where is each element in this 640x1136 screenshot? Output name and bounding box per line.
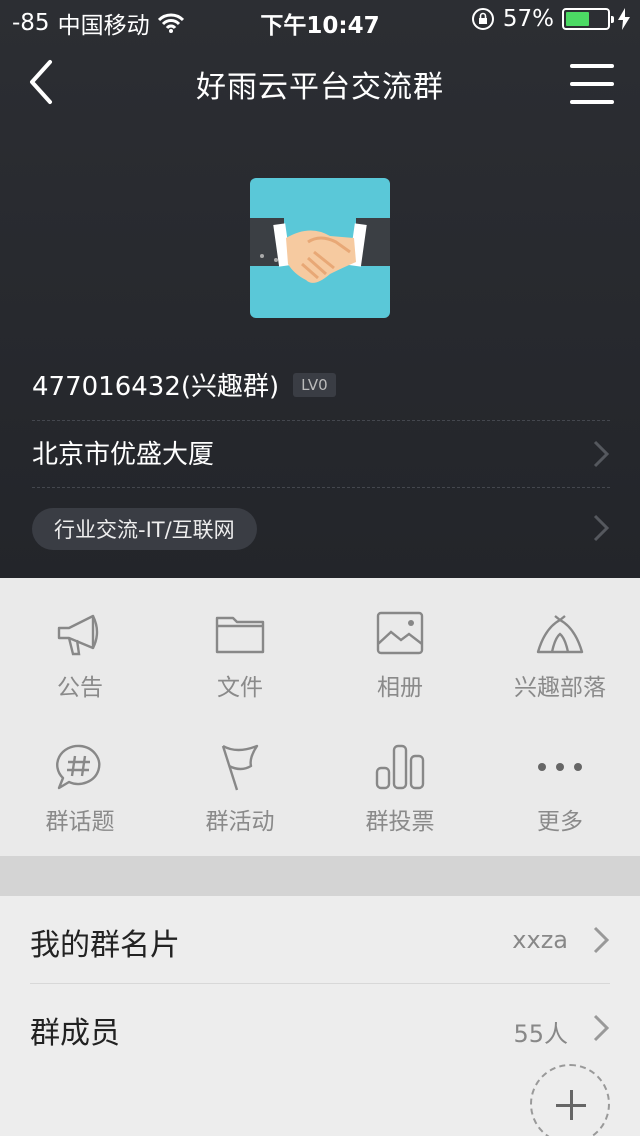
level-badge: LV0 — [293, 372, 336, 397]
menu-button[interactable] — [570, 64, 614, 104]
handshake-icon — [250, 218, 390, 283]
group-avatar[interactable] — [250, 178, 390, 318]
group-category-row[interactable]: 行业交流-IT/互联网 — [32, 490, 610, 566]
album-icon — [376, 611, 424, 655]
status-bar: -85 中国移动 下午10:47 57% — [0, 0, 640, 40]
nav-bar: 好雨云平台交流群 — [0, 50, 640, 114]
chevron-right-icon — [593, 926, 610, 953]
feature-topic[interactable]: 群话题 — [0, 712, 160, 846]
menu-bar-icon — [570, 64, 614, 68]
group-location-row[interactable]: 北京市优盛大厦 — [32, 420, 610, 488]
chevron-right-icon — [593, 1014, 610, 1042]
folder-icon — [215, 616, 265, 654]
chevron-right-icon — [593, 440, 610, 468]
group-header: -85 中国移动 下午10:47 57% 好雨云平台交流群 477016432(… — [0, 0, 640, 578]
feature-activity[interactable]: 群活动 — [160, 712, 320, 846]
page-title: 好雨云平台交流群 — [196, 70, 444, 105]
my-group-card-label: 我的群名片 — [30, 928, 180, 963]
feature-album[interactable]: 相册 — [320, 578, 480, 712]
more-icon — [538, 763, 582, 771]
chevron-right-icon — [593, 514, 610, 542]
feature-label: 文件 — [217, 675, 263, 701]
group-location: 北京市优盛大厦 — [32, 440, 215, 470]
feature-label: 群活动 — [205, 809, 275, 835]
battery-percent: 57% — [502, 6, 554, 32]
my-group-card-value: xxza — [512, 926, 568, 954]
feature-label: 公告 — [57, 675, 103, 701]
feature-label: 兴趣部落 — [514, 675, 606, 701]
battery-icon — [562, 8, 614, 30]
tribe-icon — [536, 615, 584, 654]
feature-label: 相册 — [377, 675, 423, 701]
charging-icon — [618, 8, 630, 30]
feature-label: 群话题 — [45, 809, 115, 835]
feature-label: 群投票 — [365, 809, 435, 835]
group-members-count: 55人 — [513, 1020, 568, 1048]
category-tag: 行业交流-IT/互联网 — [32, 508, 257, 550]
feature-label: 更多 — [537, 809, 583, 835]
topic-icon — [56, 744, 101, 790]
menu-bar-icon — [570, 82, 614, 86]
group-id: 477016432(兴趣群) — [32, 372, 280, 402]
rotation-lock-icon — [471, 8, 494, 30]
add-member-button[interactable] — [530, 1064, 610, 1136]
flag-icon — [221, 744, 259, 791]
vote-icon — [375, 744, 425, 790]
feature-tribe[interactable]: 兴趣部落 — [480, 578, 640, 712]
group-id-row: 477016432(兴趣群) LV0 — [32, 366, 336, 403]
feature-grid: 公告 文件 相册 兴趣部落 群话题 群活动 群投票 更多 — [0, 578, 640, 856]
section-divider — [0, 856, 640, 896]
group-members-label: 群成员 — [30, 1016, 120, 1051]
feature-more[interactable]: 更多 — [480, 712, 640, 846]
feature-announcement[interactable]: 公告 — [0, 578, 160, 712]
feature-vote[interactable]: 群投票 — [320, 712, 480, 846]
group-members-row[interactable]: 群成员 55人 — [30, 984, 610, 1072]
megaphone-icon — [57, 614, 99, 656]
my-group-card-row[interactable]: 我的群名片 xxza — [30, 896, 610, 984]
menu-bar-icon — [570, 100, 614, 104]
feature-files[interactable]: 文件 — [160, 578, 320, 712]
